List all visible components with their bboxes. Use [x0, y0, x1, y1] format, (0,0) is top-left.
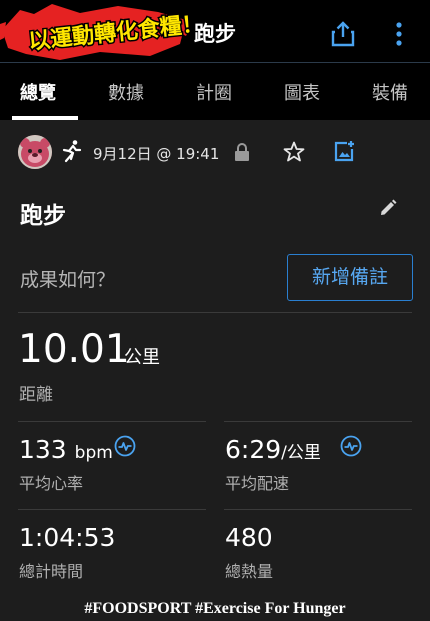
share-icon[interactable]: [330, 20, 356, 48]
distance-unit: 公里: [124, 347, 160, 368]
heart-rate-label: 平均心率: [19, 474, 84, 493]
activity-date: 9月12日 @ 19:41: [93, 145, 220, 163]
distance-value: 10.01: [18, 327, 130, 372]
pace-label: 平均配速: [225, 474, 290, 493]
heart-rate-number: 133: [19, 435, 67, 464]
tab-overview[interactable]: 總覽: [20, 79, 56, 105]
pace-unit: /公里: [281, 443, 321, 463]
calories-label: 總熱量: [225, 562, 274, 581]
top-bar: 以運動轉化食糧！ 跑步: [0, 0, 430, 62]
tab-laps[interactable]: 計圈: [196, 79, 232, 105]
pace-number: 6:29: [225, 435, 282, 464]
total-time-value: 1:04:53: [19, 523, 116, 552]
pace-value: 6:29/公里: [225, 435, 321, 464]
divider: [224, 421, 412, 422]
star-icon[interactable]: [282, 140, 306, 164]
activity-title: 跑步: [20, 203, 66, 229]
edit-icon[interactable]: [378, 198, 398, 218]
notes-prompt: 成果如何？: [20, 269, 116, 291]
avatar[interactable]: [18, 135, 52, 169]
activity-meta-row: 9月12日 @ 19:41: [0, 120, 430, 186]
tab-bar: 總覽 數據 計圈 圖表 裝備: [0, 62, 430, 120]
hashtag-caption: #FOODSPORT #Exercise For Hunger: [84, 600, 346, 617]
heart-rate-value: 133 bpm: [19, 435, 113, 464]
divider: [224, 509, 412, 510]
divider: [18, 312, 412, 313]
tab-gear[interactable]: 裝備: [372, 79, 408, 105]
running-icon: [62, 140, 82, 163]
add-photo-icon[interactable]: [332, 139, 356, 163]
lock-icon[interactable]: [233, 142, 251, 162]
foodsport-logo: 以運動轉化食糧！: [0, 4, 190, 60]
add-note-button[interactable]: 新增備註: [287, 254, 413, 301]
tab-data[interactable]: 數據: [108, 79, 144, 105]
more-vert-icon[interactable]: [387, 20, 411, 48]
heart-rate-zone-icon[interactable]: [114, 435, 136, 457]
heart-rate-unit: bpm: [74, 443, 113, 463]
total-time-label: 總計時間: [19, 562, 84, 581]
distance-label: 距離: [19, 385, 53, 405]
divider: [18, 509, 206, 510]
page-title: 跑步: [194, 22, 236, 46]
pace-zone-icon[interactable]: [340, 435, 362, 457]
divider: [18, 421, 206, 422]
calories-value: 480: [225, 523, 273, 552]
tab-charts[interactable]: 圖表: [284, 79, 320, 105]
